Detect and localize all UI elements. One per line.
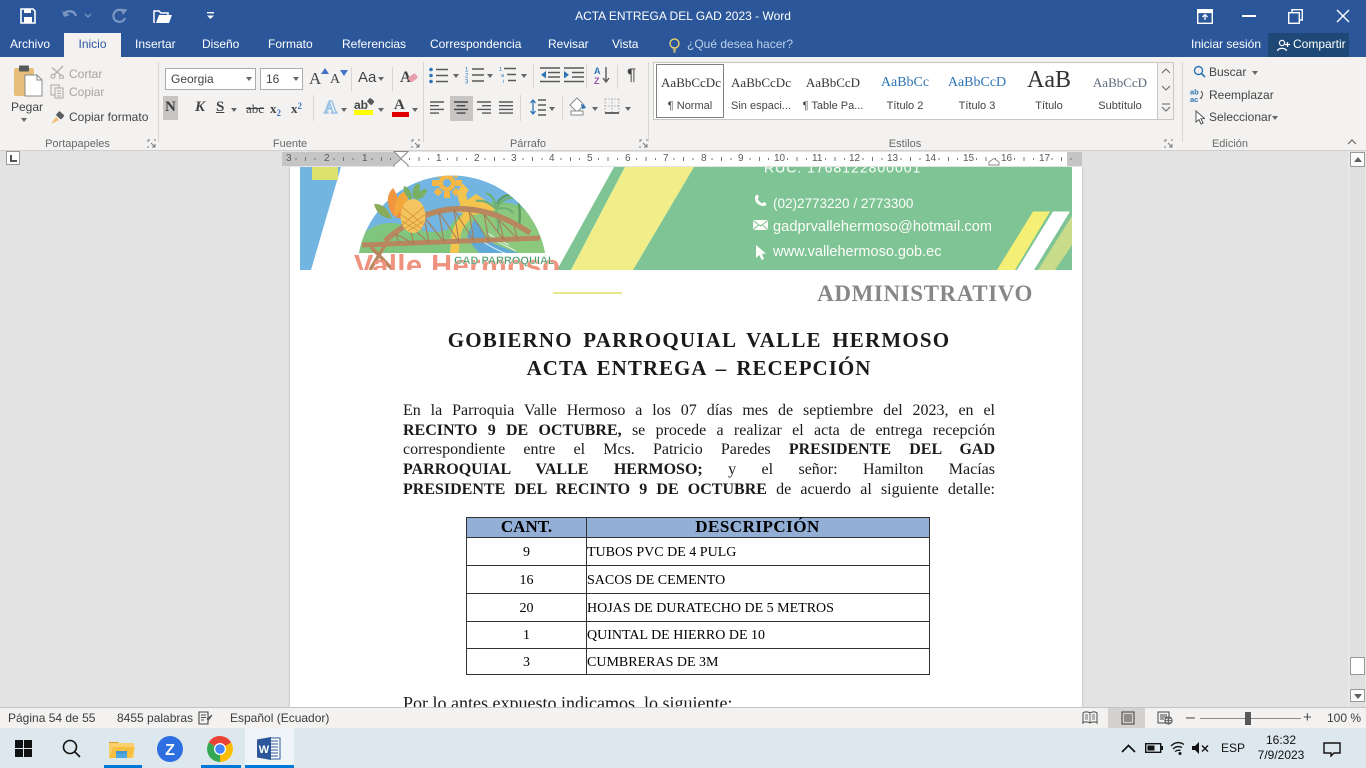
svg-text:i: i xyxy=(503,79,504,84)
svg-text:RUC: 1768122800001: RUC: 1768122800001 xyxy=(764,167,921,176)
svg-text:W: W xyxy=(259,744,270,756)
svg-text:3: 3 xyxy=(465,80,469,85)
svg-text:A: A xyxy=(324,97,337,117)
svg-text:Z: Z xyxy=(594,76,600,85)
svg-text:Z: Z xyxy=(165,742,175,759)
svg-text:www.vallehermoso.gob.ec: www.vallehermoso.gob.ec xyxy=(772,244,941,260)
svg-text:GAD PARROQUIAL: GAD PARROQUIAL xyxy=(454,255,555,267)
svg-text:ac: ac xyxy=(1190,95,1198,102)
svg-text:A: A xyxy=(594,66,601,76)
svg-text:(02)2773220 / 2773300: (02)2773220 / 2773300 xyxy=(773,196,913,211)
svg-text:gadprvallehermoso@hotmail.com: gadprvallehermoso@hotmail.com xyxy=(773,219,992,235)
